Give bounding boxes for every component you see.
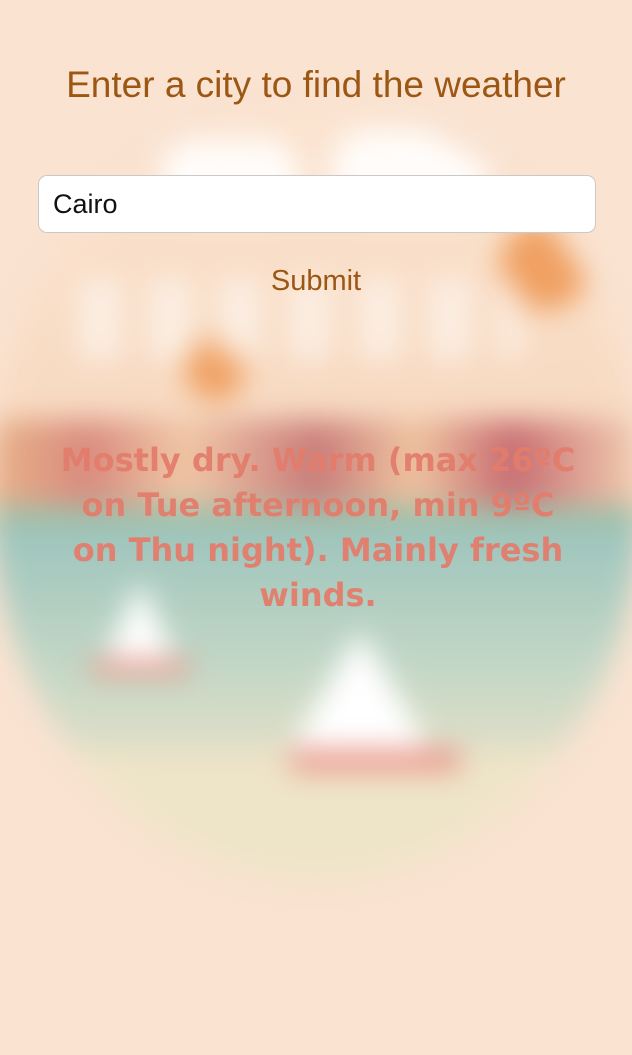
city-input[interactable] (38, 175, 596, 233)
forecast-text: Mostly dry. Warm (max 26ºC on Tue aftern… (60, 441, 576, 614)
page-title: Enter a city to find the weather (66, 64, 566, 105)
submit-button[interactable]: Submit (216, 258, 416, 304)
weather-form: Enter a city to find the weather Submit … (0, 0, 632, 1055)
